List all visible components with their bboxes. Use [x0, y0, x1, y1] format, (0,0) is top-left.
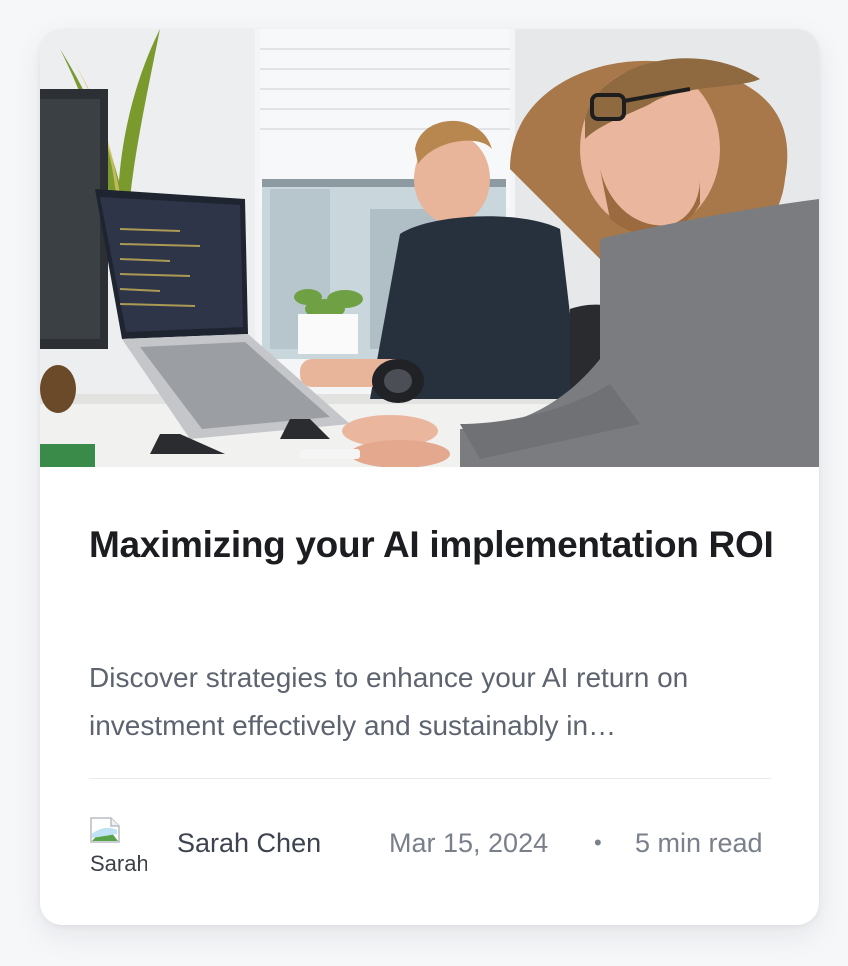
avatar-alt-text: Sarah Chen [90, 851, 147, 873]
post-cover-image[interactable] [40, 29, 819, 467]
meta-separator: • [594, 830, 602, 855]
blog-post-card[interactable]: Maximizing your AI implementation ROI Di… [40, 29, 819, 925]
publish-date: Mar 15, 2024 [389, 828, 549, 858]
author-name[interactable]: Sarah Chen [177, 827, 321, 859]
post-meta: Sarah Chen Sarah Chen Mar 15, 2024 • 5 m… [89, 811, 771, 875]
broken-image-icon [90, 817, 120, 843]
avatar[interactable]: Sarah Chen [89, 814, 147, 872]
post-excerpt: Discover strategies to enhance your AI r… [89, 662, 689, 741]
office-photo-illustration [40, 29, 819, 467]
post-title[interactable]: Maximizing your AI implementation ROI [89, 517, 779, 573]
read-time: 5 min read [635, 828, 763, 858]
divider [89, 778, 771, 779]
